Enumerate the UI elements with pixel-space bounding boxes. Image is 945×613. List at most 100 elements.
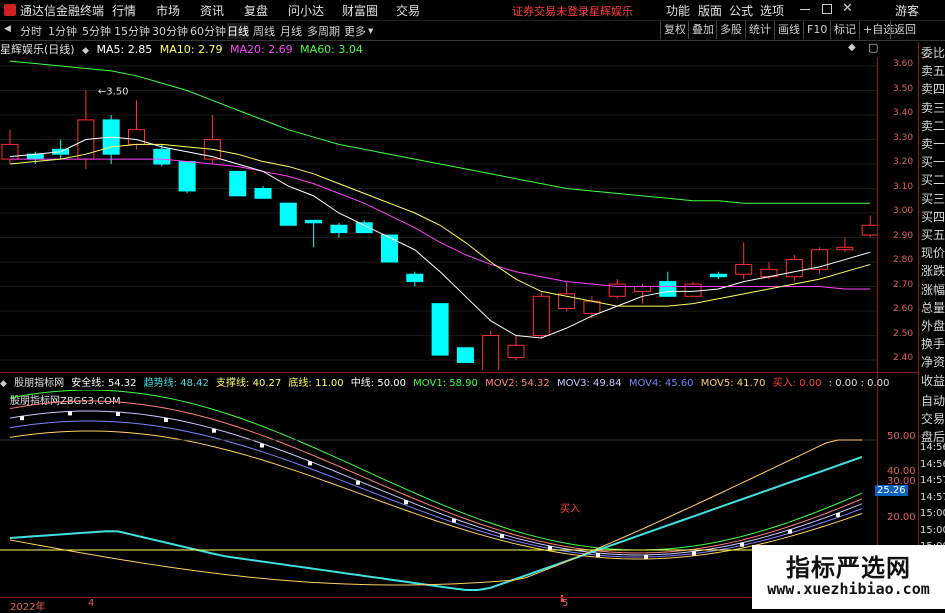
quote-panel-row[interactable]: 卖二 — [921, 117, 945, 134]
mov5-label: MOV5: 41.70 — [700, 378, 766, 389]
safety-dot — [308, 461, 312, 466]
quote-panel-row[interactable]: 涨跌 — [921, 262, 945, 279]
user-label[interactable]: 游客 — [895, 2, 919, 19]
chart-settings-icon[interactable]: ◆ — [848, 42, 856, 53]
period-tab-multi[interactable]: 多周期 — [307, 23, 340, 39]
f10-button[interactable]: F10 — [803, 21, 830, 39]
quote-panel-tab[interactable]: 交易 — [921, 410, 945, 427]
bottom-line-label: 底线: 11.00 — [288, 378, 344, 389]
quote-panel-row[interactable]: 委比 — [921, 44, 945, 61]
minimize-icon[interactable] — [800, 9, 810, 10]
date-month-5: 5 — [562, 598, 569, 609]
period-tab-60min[interactable]: 60分钟 — [190, 23, 226, 39]
menu-item-news[interactable]: 资讯 — [200, 2, 224, 19]
close-icon[interactable]: ✕ — [842, 1, 853, 16]
safety-dot — [836, 513, 840, 518]
trend-line — [9, 456, 863, 591]
quote-panel-row[interactable]: 买三 — [921, 190, 945, 207]
date-month-4: 4 — [88, 598, 95, 609]
ma-legend: 星辉娱乐(日线) ◆ MA5: 2.85 MA10: 2.79 MA20: 2.… — [0, 41, 367, 57]
period-tab-1min[interactable]: 1分钟 — [48, 23, 77, 39]
quote-panel-row[interactable]: 收益 — [921, 372, 945, 389]
quote-panel-row[interactable]: 买一 — [921, 153, 945, 170]
back-button[interactable]: 返回 — [890, 21, 919, 39]
quote-panel-row[interactable]: 卖一 — [921, 135, 945, 152]
indicator-chart[interactable]: 买入 — [0, 390, 877, 602]
menu-item-formula[interactable]: 公式 — [729, 2, 753, 19]
quote-panel-tab[interactable]: 自动 — [921, 392, 945, 409]
candle-body — [178, 161, 196, 192]
legend-dropdown-icon[interactable]: ◆ — [82, 46, 89, 56]
multi-stock-button[interactable]: 多股 — [716, 21, 745, 39]
candle-body — [482, 335, 500, 370]
more-dropdown-icon[interactable]: ▼ — [368, 27, 373, 35]
menu-item-ask[interactable]: 问小达 — [288, 2, 324, 19]
statistics-button[interactable]: 统计 — [745, 21, 774, 39]
period-tab-30min[interactable]: 30分钟 — [152, 23, 188, 39]
period-tab-15min[interactable]: 15分钟 — [114, 23, 150, 39]
chart-close-icon[interactable]: ▢ — [868, 41, 878, 54]
quote-panel-row[interactable]: 换手 — [921, 335, 945, 352]
period-back-icon[interactable]: ◀ — [4, 24, 11, 34]
candle-body — [684, 283, 702, 297]
quote-panel-row[interactable]: 卖四 — [921, 80, 945, 97]
candle-body — [861, 224, 877, 236]
period-tab-intraday[interactable]: 分时 — [20, 23, 42, 39]
candlestick-chart[interactable]: ←3.50←2.29 — [0, 57, 877, 370]
safety-dot — [788, 529, 792, 534]
price-tick: 3.20 — [893, 157, 914, 167]
app-logo-icon — [4, 4, 16, 16]
quote-panel-row[interactable]: 涨幅 — [921, 281, 945, 298]
quote-panel-row[interactable]: 现价 — [921, 244, 945, 261]
safety-dot — [596, 553, 600, 558]
candle-body — [709, 273, 727, 278]
price-tick: 2.70 — [893, 279, 914, 290]
quote-panel-row[interactable]: 外盘 — [921, 317, 945, 334]
menu-item-layout[interactable]: 版面 — [698, 2, 722, 19]
period-tab-daily[interactable]: 日线 — [227, 23, 249, 39]
quote-panel-row[interactable]: 买五 — [921, 226, 945, 243]
overlay-button[interactable]: 叠加 — [688, 21, 717, 39]
mark-button[interactable]: 标记 — [830, 21, 859, 39]
restore-rights-button[interactable]: 复权 — [660, 21, 689, 39]
trade-time: 15:00 — [920, 508, 945, 519]
quote-panel-row[interactable]: 卖五 — [921, 62, 945, 79]
menu-item-options[interactable]: 选项 — [760, 2, 784, 19]
buy-label: 买入: 0.00 — [772, 378, 822, 389]
quote-panel: 委比 卖五 卖四卖三 卖二 卖一 买一 买二买三 买四 买五 现价 涨跌涨幅 总量 外盘 换手 净资收益自动… — [918, 42, 945, 602]
quote-panel-row[interactable]: 卖三 — [921, 99, 945, 116]
price-axis-line — [877, 57, 878, 602]
quote-panel-row[interactable]: 总量 — [921, 299, 945, 316]
price-tick: 2.40 — [893, 353, 914, 363]
safety-dot — [356, 480, 360, 485]
menu-item-function[interactable]: 功能 — [666, 2, 690, 19]
indicator-settings-icon[interactable]: ◆ — [0, 379, 7, 389]
quote-panel-row[interactable]: 买四 — [921, 208, 945, 225]
candle-body — [836, 246, 854, 251]
candle-body — [279, 202, 297, 226]
quote-panel-row[interactable]: 买二 — [921, 171, 945, 188]
safety-dot — [212, 428, 216, 433]
safety-dot — [68, 411, 72, 416]
support-line — [9, 439, 862, 586]
restore-icon[interactable] — [822, 4, 832, 14]
app-title: 通达信金融终端 — [20, 4, 105, 18]
candle-body — [634, 286, 651, 292]
menu-item-market[interactable]: 市场 — [156, 2, 180, 19]
menu-item-quotes[interactable]: 行情 — [112, 2, 136, 19]
menu-item-wealth[interactable]: 财富圈 — [342, 2, 378, 19]
ind-tick-20: 20.00 — [887, 512, 916, 523]
menu-item-review[interactable]: 复盘 — [244, 2, 268, 19]
menu-item-trade[interactable]: 交易 — [396, 2, 420, 19]
draw-line-button[interactable]: 画线 — [774, 21, 803, 39]
safety-dot — [548, 546, 552, 551]
trade-login-notice[interactable]: 证券交易未登录 — [512, 3, 589, 19]
price-tick: 2.50 — [893, 328, 914, 339]
candle-body — [254, 188, 272, 199]
safety-dot — [740, 542, 744, 547]
period-tab-weekly[interactable]: 周线 — [253, 23, 275, 39]
period-tab-5min[interactable]: 5分钟 — [82, 23, 111, 39]
period-tab-more[interactable]: 更多 — [344, 23, 366, 39]
period-tab-monthly[interactable]: 月线 — [280, 23, 302, 39]
quote-panel-row[interactable]: 净资 — [921, 353, 945, 370]
